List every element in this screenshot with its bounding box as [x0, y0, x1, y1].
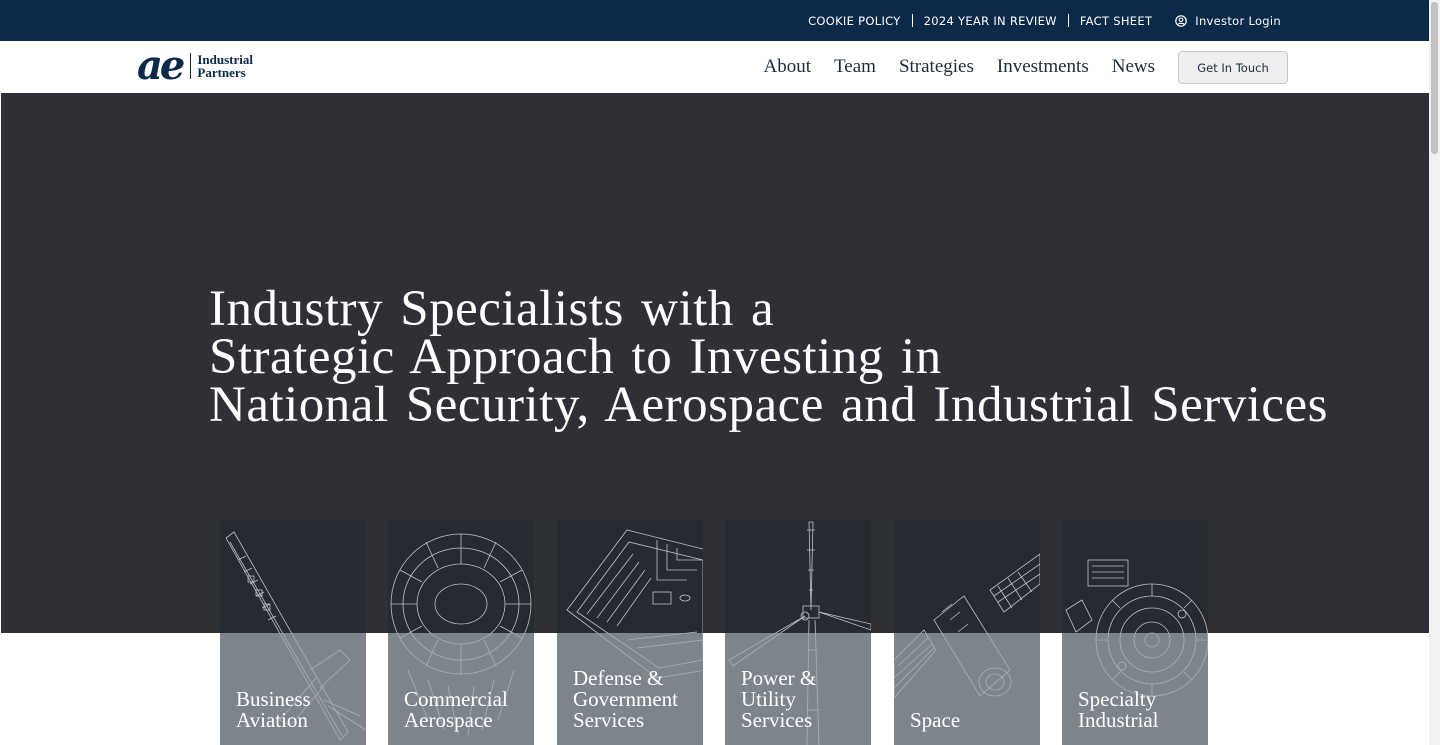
primary-nav: About Team Strategies Investments News [741, 41, 1155, 93]
divider [911, 14, 913, 27]
logo-wordmark: Industrial Partners [197, 53, 253, 79]
investor-login-link[interactable]: Investor Login [1175, 14, 1281, 28]
investor-login-label: Investor Login [1195, 13, 1281, 28]
nav-news[interactable]: News [1112, 56, 1155, 78]
year-in-review-link[interactable]: 2024 YEAR IN REVIEW [924, 14, 1057, 28]
headline-line: Industry Specialists with a [209, 281, 775, 337]
nav-about[interactable]: About [764, 56, 812, 78]
user-circle-icon [1175, 14, 1188, 27]
card-label-line: Commercial [404, 687, 508, 711]
card-label-line: Utility [741, 687, 796, 711]
fact-sheet-link[interactable]: FACT SHEET [1080, 14, 1152, 28]
card-power-utility[interactable]: Power & Utility Services [725, 520, 871, 745]
card-label: Specialty Industrial [1078, 689, 1202, 731]
card-label-line: Business [236, 687, 311, 711]
card-business-aviation[interactable]: Business Aviation [220, 520, 366, 745]
card-label-line: Aerospace [404, 708, 493, 732]
logo-divider [190, 53, 192, 79]
card-label-line: Power & [741, 666, 817, 690]
scrollbar-thumb[interactable] [1431, 2, 1438, 154]
utility-links: COOKIE POLICY 2024 YEAR IN REVIEW FACT S… [808, 0, 1281, 41]
divider [1067, 14, 1069, 27]
card-label: Power & Utility Services [741, 668, 865, 731]
card-label-line: Defense & [573, 666, 664, 690]
card-label-line: Industrial [1078, 708, 1159, 732]
headline-line: Strategic Approach to Investing in [209, 329, 942, 385]
card-label: Space [910, 710, 1034, 731]
utility-bar: COOKIE POLICY 2024 YEAR IN REVIEW FACT S… [0, 0, 1429, 41]
card-label-line: Aviation [236, 708, 308, 732]
ae-industrial-logo[interactable]: ae Industrial Partners [137, 42, 253, 89]
card-label: Defense & Government Services [573, 668, 697, 731]
card-label-line: Space [910, 708, 961, 732]
card-label: Business Aviation [236, 689, 360, 731]
card-defense-government[interactable]: Defense & Government Services [557, 520, 703, 745]
nav-strategies[interactable]: Strategies [899, 56, 974, 78]
nav-investments[interactable]: Investments [997, 56, 1089, 78]
card-label-line: Services [741, 708, 813, 732]
card-commercial-aerospace[interactable]: Commercial Aerospace [388, 520, 534, 745]
strategy-cards: Business Aviation Commercial Aerospace D… [220, 520, 1210, 745]
logo-line-2: Partners [197, 65, 246, 80]
card-specialty-industrial[interactable]: Specialty Industrial [1062, 520, 1208, 745]
card-label-line: Government [573, 687, 678, 711]
logo-mark: ae [137, 42, 185, 89]
nav-team[interactable]: Team [834, 56, 876, 78]
hero-headline: Industry Specialists with a Strategic Ap… [209, 281, 1329, 433]
main-header: ae Industrial Partners About Team Strate… [0, 41, 1429, 93]
headline-line: National Security, Aerospace and Industr… [209, 377, 1329, 433]
get-in-touch-button[interactable]: Get In Touch [1178, 51, 1288, 84]
card-space[interactable]: Space [894, 520, 1040, 745]
card-label-line: Specialty [1078, 687, 1157, 711]
card-label: Commercial Aerospace [404, 689, 528, 731]
cookie-policy-link[interactable]: COOKIE POLICY [808, 14, 901, 28]
card-label-line: Services [573, 708, 645, 732]
